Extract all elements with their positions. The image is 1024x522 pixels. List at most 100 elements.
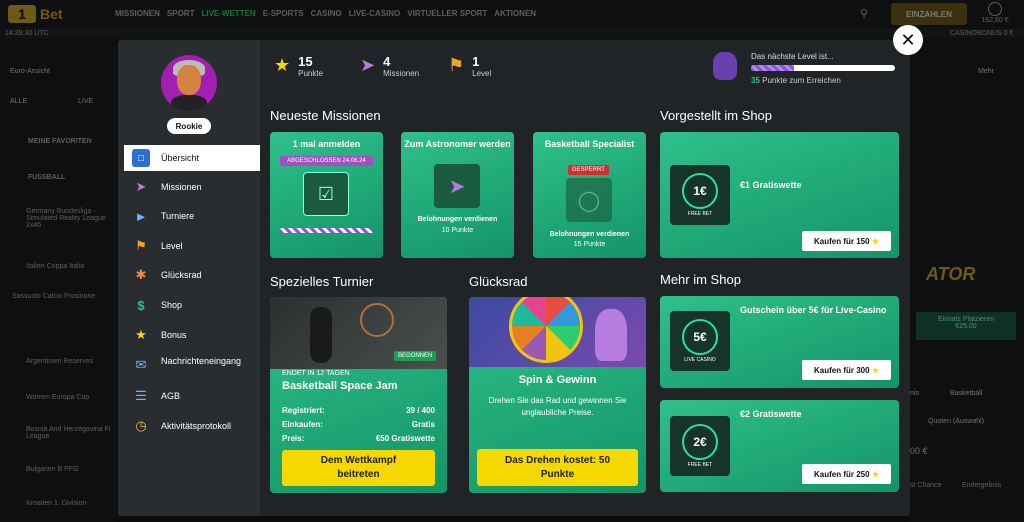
spin-button[interactable]: Das Drehen kostet: 50 Punkte <box>477 449 638 486</box>
robot-icon <box>713 52 737 80</box>
wheel-name: Spin & Gewinn <box>518 374 597 386</box>
menu-item-shop[interactable]: $ Shop <box>124 292 260 318</box>
voucher-coin: 1€ <box>682 173 718 209</box>
wheel-icon: ✱ <box>135 267 147 282</box>
buy-label: Kaufen für 150 <box>814 236 870 246</box>
tournament-name: Basketball Space Jam <box>282 380 398 392</box>
wheel-card[interactable]: Spin & Gewinn Drehen Sie das Rad und gew… <box>469 297 646 493</box>
reward-points: 15 Punkte <box>573 241 606 248</box>
missions-heading: Neueste Missionen <box>270 108 381 123</box>
star-icon: ★ <box>274 55 291 75</box>
shop-item[interactable]: 2€ FREE BET €2 Gratiswette Kaufen für 25… <box>660 400 899 492</box>
clock-icon: ◷ <box>135 418 147 433</box>
mission-card[interactable]: Basketball Specialist GESPERRT ◯ Belohnu… <box>533 132 646 258</box>
buy-button[interactable]: Kaufen für 300 ★ <box>802 360 891 380</box>
menu-item-tournaments[interactable]: ► Turniere <box>124 203 260 229</box>
voucher-label: FREE BET <box>687 462 713 468</box>
menu-label: Glücksrad <box>161 270 202 280</box>
voucher-coin: 5€ <box>682 319 718 355</box>
menu-item-terms[interactable]: ☰ AGB <box>124 383 260 409</box>
next-level-points: 35 Punkte zum Erreichen <box>751 76 841 85</box>
level-progress-bar <box>751 65 895 71</box>
buy-label: Kaufen für 250 <box>814 469 870 479</box>
tournament-card[interactable]: BEGONNEN ENDET IN 12 TAGEN Basketball Sp… <box>270 297 447 493</box>
level-value: 1 <box>472 54 480 69</box>
voucher-image: 2€ FREE BET <box>670 416 730 476</box>
rank-badge: Rookie <box>167 118 211 134</box>
points-needed: 35 <box>751 76 760 85</box>
menu-label: Level <box>161 241 183 251</box>
join-tournament-button[interactable]: Dem Wettkampf beitreten <box>282 450 435 486</box>
star-icon: ★ <box>871 469 879 479</box>
star-icon: ★ <box>871 365 879 375</box>
wheel-image <box>469 297 646 367</box>
points-label: Punkte <box>298 69 324 78</box>
overview-icon: □ <box>132 149 150 167</box>
level-label: Level <box>472 69 492 78</box>
menu-item-missions[interactable]: ➤ Missionen <box>124 174 260 200</box>
buy-button[interactable]: Kaufen für 250 ★ <box>802 464 891 484</box>
tournament-heading: Spezielles Turnier <box>270 274 374 289</box>
menu-label: Shop <box>161 300 183 310</box>
mission-title: 1 mal anmelden <box>292 139 361 149</box>
inbox-icon: ✉ <box>135 357 147 372</box>
missions-modal: Rookie □ Übersicht ➤ Missionen ► Turnier… <box>118 40 910 516</box>
flag-icon: ⚑ <box>135 238 147 253</box>
prize-label: Preis: <box>282 434 305 443</box>
reward-label: Belohnungen verdienen <box>417 216 498 223</box>
star-icon: ★ <box>135 327 147 342</box>
star-icon: ★ <box>871 236 879 246</box>
menu-item-bonus[interactable]: ★ Bonus <box>124 322 260 348</box>
voucher-image: 5€ LIVE CASINO <box>670 311 730 371</box>
missions-label: Missionen <box>383 69 420 78</box>
player-figure <box>310 307 332 363</box>
menu-label: Turniere <box>161 211 195 221</box>
locked-tag: GESPERRT <box>568 165 609 175</box>
menu-item-wheel[interactable]: ✱ Glücksrad <box>124 262 260 288</box>
level-stat: ⚑ 1 Level <box>448 54 491 78</box>
started-badge: BEGONNEN <box>394 351 437 361</box>
mission-progress <box>280 228 373 233</box>
wheel-heading: Glücksrad <box>469 274 528 289</box>
menu-item-level[interactable]: ⚑ Level <box>124 233 260 259</box>
shop-item[interactable]: 1€ FREE BET €1 Gratiswette Kaufen für 15… <box>660 132 899 258</box>
menu-label: Bonus <box>161 330 187 340</box>
mission-title: Zum Astronomer werden <box>404 139 511 149</box>
level-progress-fill <box>751 65 795 71</box>
menu-item-activity[interactable]: ◷ Aktivitätsprotokoll <box>124 413 260 439</box>
mission-title: Basketball Specialist <box>544 139 635 149</box>
mission-card[interactable]: 1 mal anmelden ABGESCHLOSSEN 24.06.24 ☑ <box>270 132 383 258</box>
megaphone-icon: ► <box>134 208 148 224</box>
shop-item[interactable]: 5€ LIVE CASINO Gutschein über 5€ für Liv… <box>660 296 899 388</box>
rocket-icon: ➤ <box>135 179 147 194</box>
tournament-ends: ENDET IN 12 TAGEN <box>282 370 350 377</box>
login-icon: ☑ <box>303 172 349 216</box>
menu-label: Nachrichteneingang <box>161 356 242 366</box>
dollar-icon: $ <box>137 297 145 313</box>
menu-label: Übersicht <box>161 153 200 163</box>
close-icon: ✕ <box>900 29 916 50</box>
basketball-icon: ◯ <box>566 178 612 222</box>
mission-card[interactable]: Zum Astronomer werden ➤ Belohnungen verd… <box>401 132 514 258</box>
menu-item-overview[interactable]: □ Übersicht <box>124 145 260 171</box>
menu-label: Aktivitätsprotokoll <box>161 421 232 431</box>
document-icon: ☰ <box>135 388 147 403</box>
close-button[interactable]: ✕ <box>893 25 923 55</box>
missions-value: 4 <box>383 54 391 69</box>
voucher-coin: 2€ <box>682 424 718 460</box>
voucher-label: LIVE CASINO <box>684 357 716 363</box>
menu-item-inbox[interactable]: ✉ Nachrichteneingang <box>124 352 260 382</box>
buy-button[interactable]: Kaufen für 150 ★ <box>802 231 891 251</box>
completed-tag: ABGESCHLOSSEN 24.06.24 <box>280 156 373 166</box>
basketball-icon <box>360 303 394 337</box>
wheel-icon <box>509 297 583 363</box>
points-value: 15 <box>298 54 313 69</box>
prize-value: €50 Gratiswette <box>375 434 435 443</box>
modal-sidebar: Rookie □ Übersicht ➤ Missionen ► Turnier… <box>118 40 260 516</box>
voucher-image: 1€ FREE BET <box>670 165 730 225</box>
reward-label: Belohnungen verdienen <box>549 231 630 238</box>
shop-item-name: Gutschein über 5€ für Live-Casino <box>740 305 887 315</box>
shop-featured-heading: Vorgestellt im Shop <box>660 108 773 123</box>
next-level-title: Das nächste Level ist... <box>751 52 834 61</box>
registered-value: 39 / 400 <box>406 406 435 415</box>
